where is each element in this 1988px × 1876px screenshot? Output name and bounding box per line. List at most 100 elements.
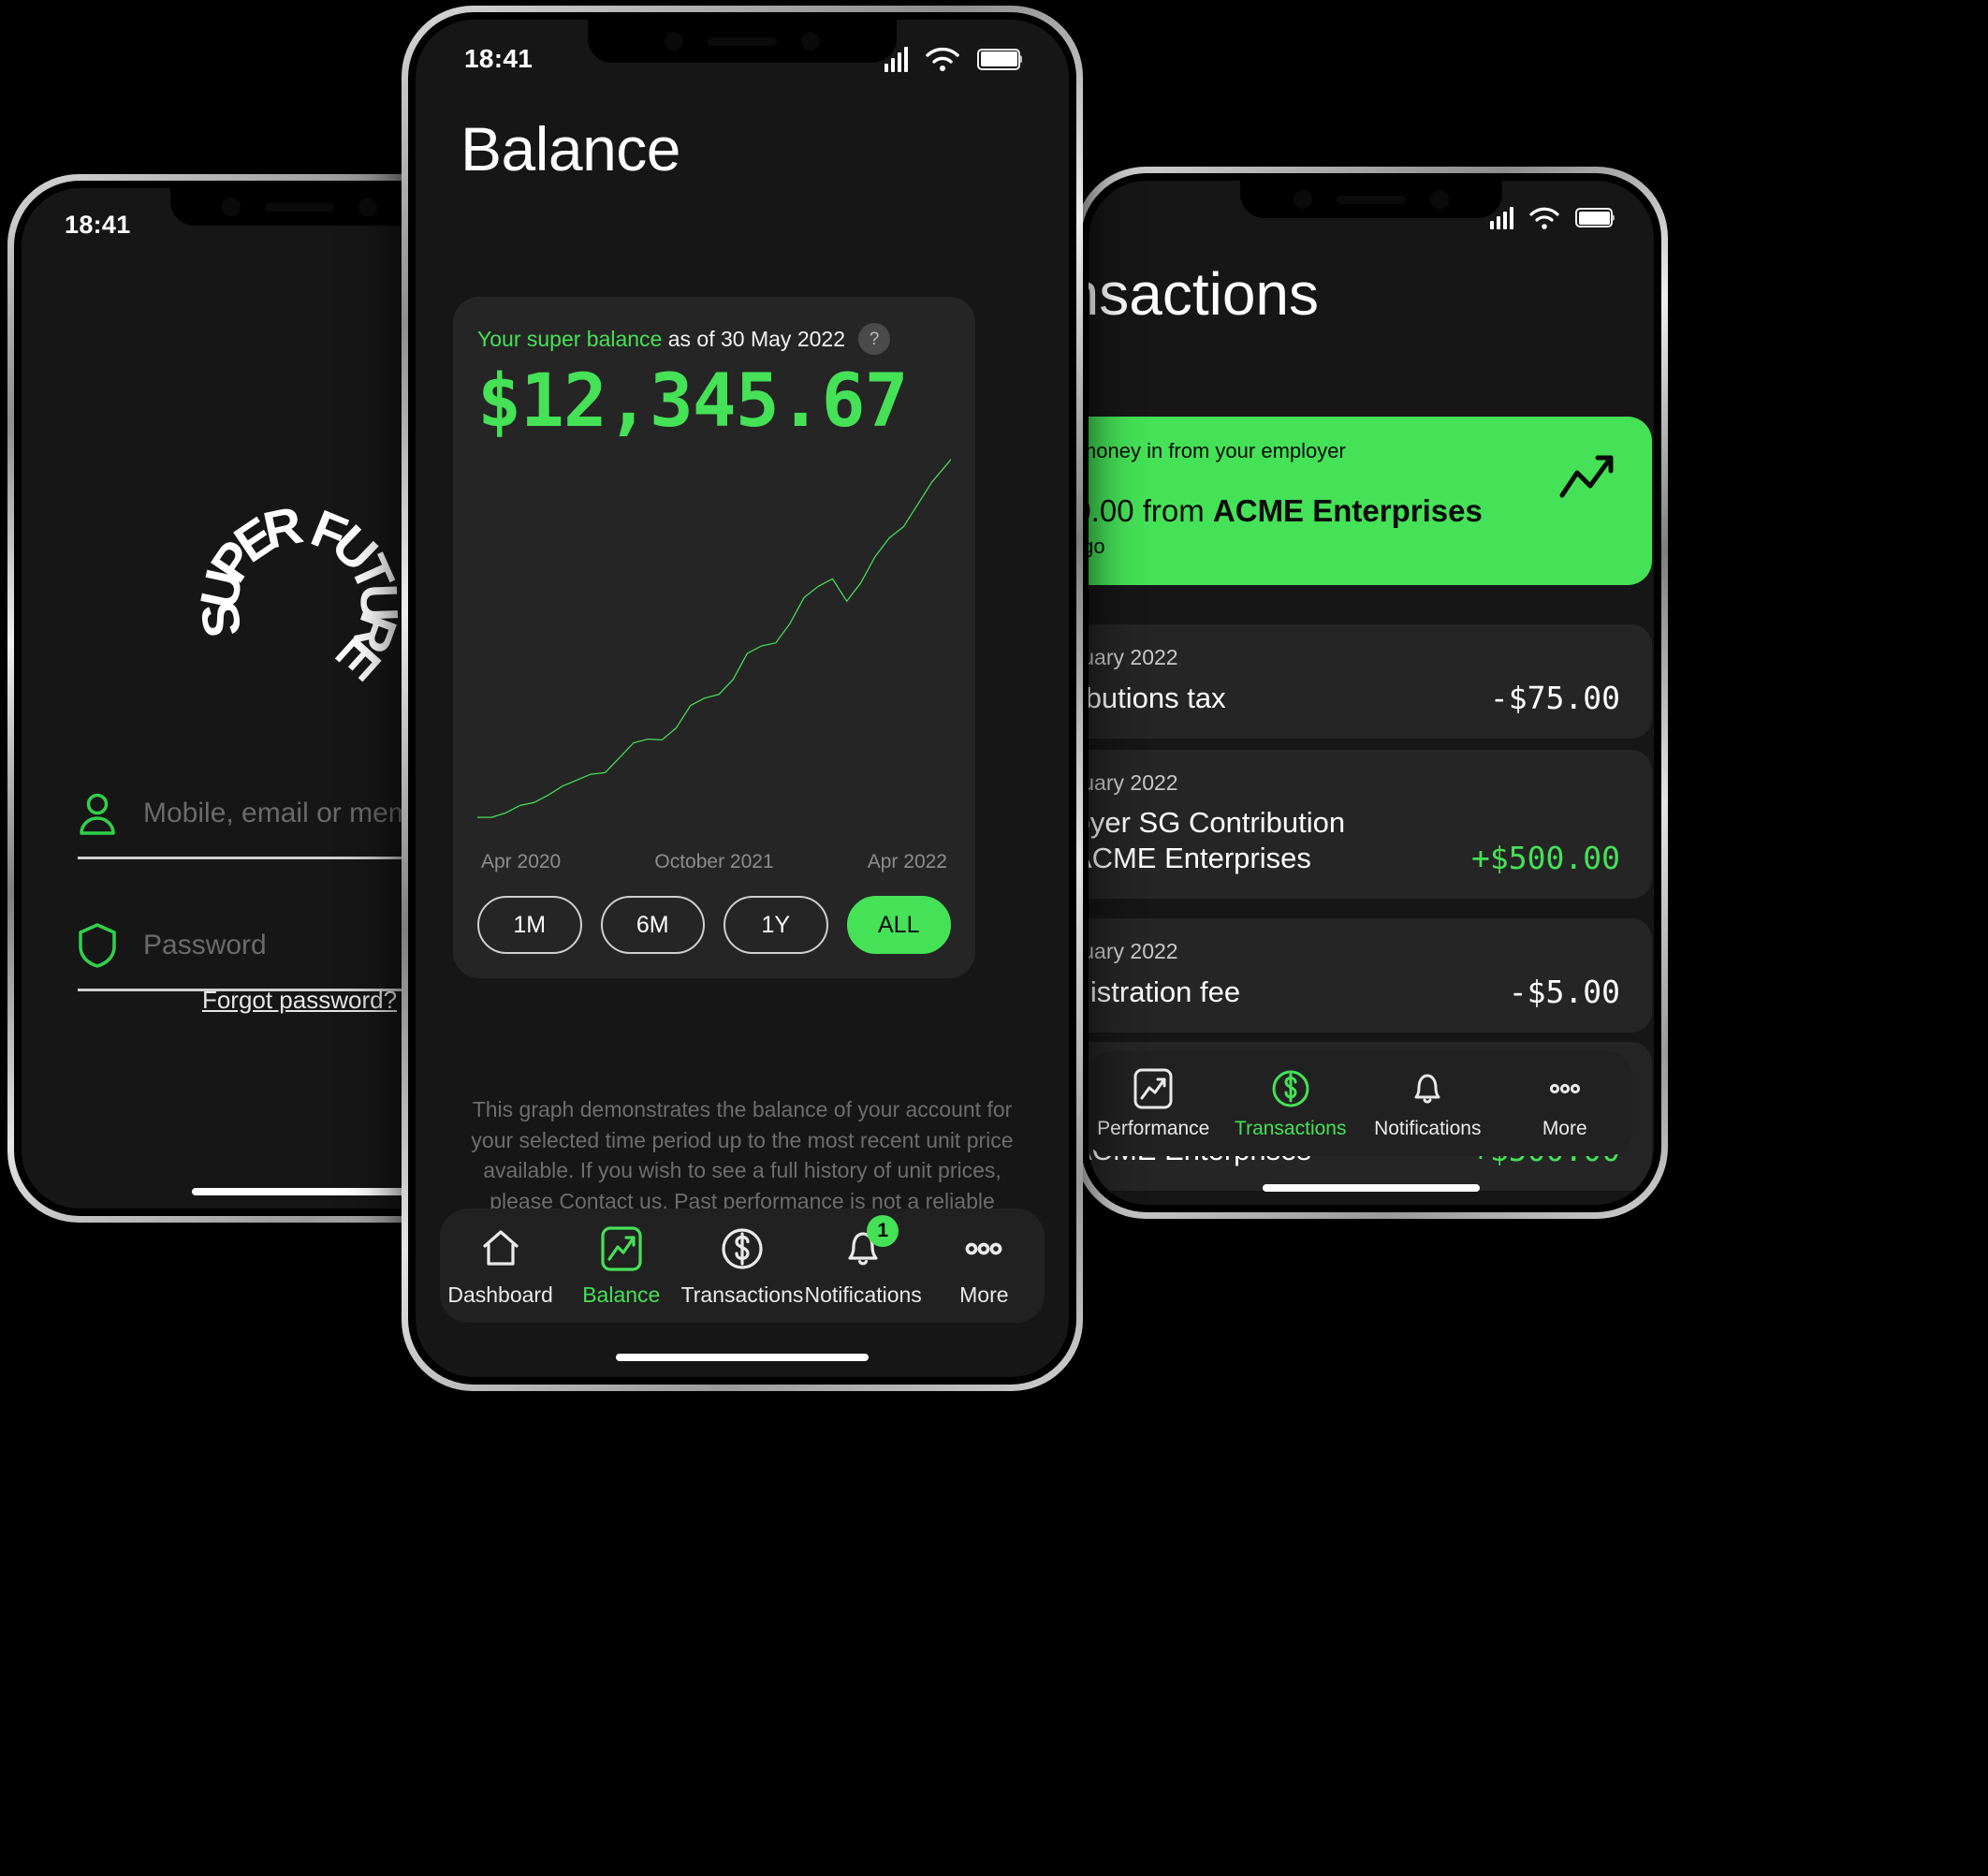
transaction-name-line1: Employer SG Contribution [1089, 806, 1346, 839]
transaction-amount: -$75.00 [1489, 680, 1620, 716]
tab-transactions[interactable]: Transactions [1235, 1067, 1346, 1140]
range-button-6m[interactable]: 6M [600, 896, 705, 955]
tab-label: More [1542, 1118, 1587, 1139]
banner-amount-line: +$500.00 from ACME Enterprises [1089, 493, 1624, 529]
balance-screen: 18:41 Balance Your super balance as of 3… [416, 20, 1069, 1377]
transactions-phone: 18:41 Tra [1074, 167, 1668, 1219]
transaction-name: Administration fee [1089, 975, 1241, 1009]
x-tick-center: October 2021 [654, 851, 774, 873]
help-icon[interactable]: ? [857, 323, 890, 355]
status-indicators [1489, 206, 1613, 230]
chart-line-series [477, 445, 951, 847]
chart-up-icon [1133, 1068, 1173, 1109]
transaction-name: Employer SG Contribution from ACME Enter… [1089, 805, 1345, 876]
employer-contribution-banner[interactable]: You got money in from your employer +$50… [1089, 417, 1652, 585]
bell-icon [1414, 1074, 1440, 1104]
range-button-1y[interactable]: 1Y [724, 896, 828, 955]
tab-label: Balance [582, 1282, 661, 1307]
banner-amount: +$500.00 [1089, 493, 1134, 528]
tab-label: Dashboard [447, 1282, 553, 1307]
table-row[interactable]: 17 February 2022 Contributions tax -$75.… [1089, 624, 1652, 739]
bottom-tab-bar: Dashboard Balance Transactions 1 Notific… [440, 1209, 1045, 1323]
bottom-tab-bar: Performance Transactions Notifications M… [1089, 1051, 1633, 1156]
sensor-icon [1430, 190, 1449, 209]
balance-phone: 18:41 Balance Your super balance as of 3… [402, 6, 1083, 1391]
tab-more[interactable]: More [1513, 1067, 1616, 1140]
table-row[interactable]: 10 February 2022 Administration fee -$5.… [1089, 918, 1652, 1033]
home-icon [482, 1229, 519, 1266]
home-indicator [616, 1354, 869, 1361]
transactions-notch [1240, 181, 1502, 218]
front-camera-icon [1294, 190, 1312, 209]
screenshot-stage: 18:41 S U P E R F U T U R E Mobile, emai… [0, 0, 1988, 1876]
x-tick-left: Apr 2020 [481, 851, 562, 873]
tab-notifications[interactable]: 1 Notifications [804, 1214, 922, 1308]
transaction-amount: +$500.00 [1471, 839, 1620, 876]
banner-top-line: You got money in from your employer [1089, 439, 1346, 462]
wifi-icon [926, 47, 959, 71]
earpiece-speaker [265, 202, 334, 212]
ellipsis-icon [965, 1242, 1002, 1254]
trend-up-icon [1559, 455, 1614, 498]
banner-timestamp: 2 days ago [1089, 535, 1105, 558]
transaction-amount: -$5.00 [1508, 974, 1620, 1010]
battery-icon [977, 48, 1020, 70]
shield-icon [79, 923, 116, 968]
balance-phone-bezel: 18:41 Balance Your super balance as of 3… [408, 12, 1076, 1385]
tab-transactions[interactable]: Transactions [681, 1224, 803, 1308]
ellipsis-icon [1549, 1083, 1580, 1094]
password-placeholder: Password [143, 930, 267, 960]
user-icon [80, 793, 115, 835]
status-time: 18:41 [65, 211, 131, 239]
tab-label: Notifications [804, 1282, 922, 1307]
earpiece-speaker [1337, 195, 1406, 204]
wifi-icon [1529, 207, 1559, 229]
tab-label: Transactions [1235, 1118, 1347, 1139]
transaction-name-line2: from ACME Enterprises [1089, 841, 1311, 874]
tab-more[interactable]: More [928, 1224, 1040, 1308]
home-indicator [192, 1188, 407, 1195]
transactions-screen: 18:41 Tra [1089, 181, 1654, 1205]
status-time: 18:41 [464, 44, 534, 73]
chart-x-axis: Apr 2020 October 2021 Apr 2022 [477, 851, 951, 873]
transaction-date: 17 February 2022 [1089, 770, 1178, 795]
front-camera-icon [665, 32, 683, 51]
tab-label: Notifications [1374, 1118, 1482, 1139]
balance-label-date: as of 30 May 2022 [662, 326, 845, 351]
front-camera-icon [222, 198, 241, 216]
notification-badge: 1 [867, 1214, 899, 1247]
transaction-date: 17 February 2022 [1089, 645, 1178, 669]
home-indicator [1263, 1184, 1480, 1192]
sensor-icon [358, 198, 377, 216]
balance-card-header: Your super balance as of 30 May 2022 ? [477, 323, 951, 355]
balance-amount: $12,345.67 [477, 359, 909, 444]
x-tick-right: Apr 2022 [867, 851, 947, 873]
transactions-phone-bezel: 18:41 Tra [1081, 173, 1661, 1212]
battery-icon [1575, 208, 1613, 227]
table-row[interactable]: 17 February 2022 Employer SG Contributio… [1089, 750, 1652, 899]
tab-label: More [959, 1282, 1009, 1307]
tab-performance[interactable]: Performance [1097, 1067, 1209, 1140]
tab-label: Performance [1097, 1118, 1210, 1139]
balance-line-chart [477, 445, 951, 847]
tab-dashboard[interactable]: Dashboard [445, 1224, 557, 1308]
page-title: Transactions [1089, 260, 1319, 328]
brand-logo: S U P E R F U T U R E [188, 494, 410, 693]
tab-balance[interactable]: Balance [565, 1224, 678, 1308]
range-button-1m[interactable]: 1M [477, 896, 582, 955]
tab-label: Transactions [680, 1282, 804, 1307]
balance-label: Your super balance as of 30 May 2022 [477, 326, 845, 351]
range-button-all[interactable]: ALL [846, 896, 951, 955]
status-indicators [884, 46, 1020, 72]
chart-up-icon [601, 1225, 642, 1271]
banner-employer: ACME Enterprises [1212, 493, 1483, 528]
login-notch [170, 188, 429, 226]
tab-notifications[interactable]: Notifications [1374, 1067, 1482, 1140]
time-range-selector: 1M 6M 1Y ALL [477, 896, 951, 955]
earpiece-speaker [708, 37, 777, 46]
banner-from: from [1133, 493, 1213, 528]
sensor-icon [801, 32, 820, 51]
dollar-circle-icon [722, 1227, 763, 1269]
balance-notch [588, 20, 897, 63]
transaction-name: Contributions tax [1089, 682, 1226, 715]
